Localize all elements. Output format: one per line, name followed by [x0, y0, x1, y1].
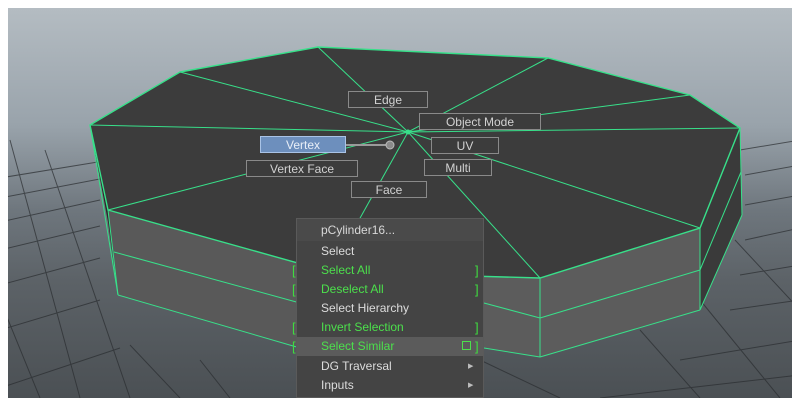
menu-item-invert-selection[interactable]: [ Invert Selection ]: [292, 318, 483, 337]
menu-item-select-hierarchy[interactable]: Select Hierarchy: [297, 299, 483, 318]
marking-menu-vertex[interactable]: Vertex: [260, 136, 346, 153]
menu-item-dg-traversal[interactable]: DG Traversal ▶: [297, 357, 483, 376]
left-bracket-icon: [: [292, 320, 296, 335]
submenu-arrow-icon: ▶: [468, 382, 474, 389]
menu-item-label: Select Hierarchy: [321, 301, 410, 315]
menu-item-label: Select: [321, 244, 355, 258]
menu-item-label: DG Traversal: [321, 359, 392, 373]
marking-menu-uv[interactable]: UV: [431, 137, 499, 154]
option-box-icon[interactable]: [462, 341, 471, 350]
left-bracket-icon: [: [292, 282, 296, 297]
menu-item-label: Inputs: [321, 378, 354, 392]
menu-item-label: Deselect All: [321, 282, 384, 296]
right-bracket-icon: ]: [475, 320, 479, 335]
menu-item-label: Select All: [321, 263, 371, 277]
menu-item-inputs[interactable]: Inputs ▶: [297, 376, 483, 395]
marking-menu-object-mode[interactable]: Object Mode: [419, 113, 541, 130]
left-bracket-icon: [: [292, 339, 296, 354]
menu-item-select-similar[interactable]: [ Select Similar ]: [292, 337, 483, 356]
marking-menu-edge[interactable]: Edge: [348, 91, 428, 108]
menu-item-label: Invert Selection: [321, 320, 404, 334]
context-menu-title: pCylinder16...: [297, 219, 483, 241]
right-bracket-icon: ]: [475, 263, 479, 278]
menu-item-select[interactable]: Select: [297, 242, 483, 261]
submenu-arrow-icon: ▶: [468, 363, 474, 370]
marking-menu-multi[interactable]: Multi: [424, 159, 492, 176]
object-context-menu[interactable]: pCylinder16... Select [ Select All ] [ D…: [292, 218, 484, 398]
menu-item-label: Select Similar: [321, 339, 395, 353]
menu-item-select-all[interactable]: [ Select All ]: [292, 261, 483, 280]
marking-menu-face[interactable]: Face: [351, 181, 427, 198]
right-bracket-icon: ]: [475, 282, 479, 297]
left-bracket-icon: [: [292, 263, 296, 278]
menu-item-deselect-all[interactable]: [ Deselect All ]: [292, 280, 483, 299]
marking-menu-vertex-face[interactable]: Vertex Face: [246, 160, 358, 177]
right-bracket-icon: ]: [475, 339, 479, 354]
